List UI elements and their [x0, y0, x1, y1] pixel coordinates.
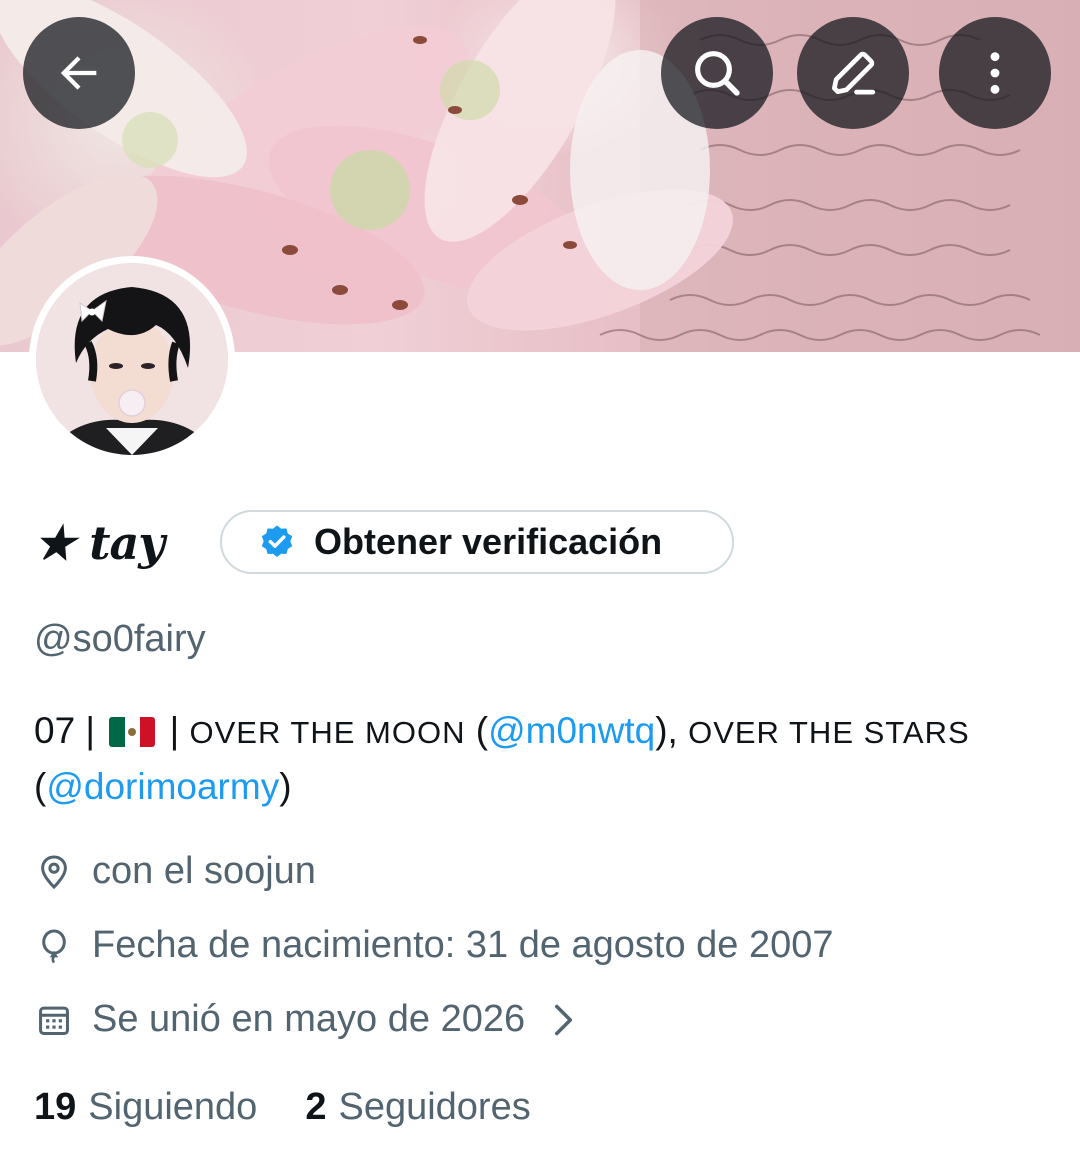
chevron-right-icon [551, 1002, 577, 1038]
display-name-row: ★ tay [34, 510, 165, 576]
bio-paren-close-2: ) [279, 766, 292, 807]
search-icon [695, 51, 740, 96]
followers-label: Seguidores [338, 1086, 531, 1128]
followers-link[interactable]: 2 Seguidores [305, 1086, 530, 1129]
edit-button[interactable] [797, 17, 909, 129]
search-button[interactable] [661, 17, 773, 129]
location-text: con el soojun [92, 850, 316, 892]
joined-text: Se unió en mayo de 2026 [92, 998, 526, 1040]
calendar-icon [34, 1000, 74, 1040]
location-row: con el soojun [34, 850, 316, 893]
back-button[interactable] [23, 17, 135, 129]
arrow-left-icon [60, 56, 97, 90]
bio-paren-open-1: ( [465, 710, 489, 751]
following-count: 19 [34, 1086, 77, 1128]
more-options-button[interactable] [939, 17, 1051, 129]
bio-paren-open-2: ( [34, 766, 47, 807]
username-handle: @so0fairy [34, 618, 206, 660]
joined-date-link[interactable]: Se unió en mayo de 2026 [34, 998, 577, 1041]
bio-separator: | [159, 710, 190, 751]
get-verified-button[interactable]: Obtener verificación [220, 510, 734, 574]
bio-text-over-the-moon: OVER THE MOON [189, 715, 466, 750]
avatar-image [36, 263, 228, 455]
bio-paren-close-1: ), [655, 710, 689, 751]
pencil-icon [832, 51, 876, 95]
more-vertical-icon [990, 52, 1000, 94]
verified-badge-icon [261, 525, 293, 558]
get-verified-label: Obtener verificación [314, 521, 663, 562]
bio-prefix: 07 | [34, 710, 106, 751]
birthday-row: Fecha de nacimiento: 31 de agosto de 200… [34, 924, 834, 967]
followers-count: 2 [305, 1086, 327, 1128]
display-name: ★ tay [34, 516, 165, 570]
balloon-icon [34, 926, 74, 966]
following-label: Siguiendo [88, 1086, 258, 1128]
birthday-text: Fecha de nacimiento: 31 de agosto de 200… [92, 924, 834, 966]
bio: 07 | | OVER THE MOON (@m0nwtq), OVER THE… [34, 704, 1044, 814]
location-pin-icon [34, 852, 74, 892]
follow-stats: 19 Siguiendo 2 Seguidores [34, 1086, 579, 1129]
avatar[interactable] [29, 256, 235, 462]
bio-text-over-the-stars: OVER THE STARS [688, 715, 970, 750]
following-link[interactable]: 19 Siguiendo [34, 1086, 257, 1129]
flag-mexico-icon [109, 717, 156, 747]
mention-link-dorimoarmy[interactable]: @dorimoarmy [46, 766, 279, 807]
mention-link-m0nwtq[interactable]: @m0nwtq [488, 710, 655, 751]
